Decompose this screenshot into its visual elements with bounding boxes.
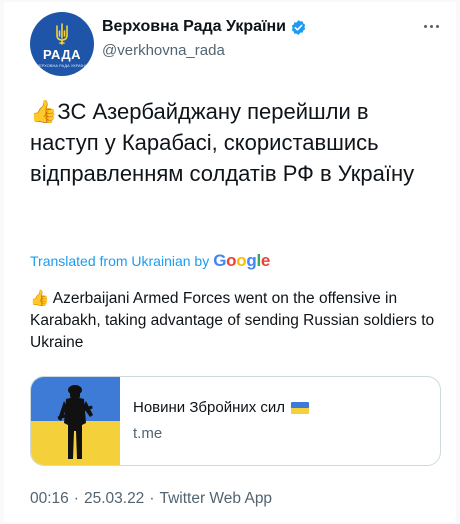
thumbs-up-emoji: 👍: [30, 290, 50, 307]
tweet-time[interactable]: 00:16: [30, 490, 69, 508]
author-name-row: Верховна Рада України: [102, 18, 307, 36]
avatar-caption: ВЕРХОВНА РАДА УКРАЇНИ: [36, 62, 88, 68]
tweet-card: РАДА ВЕРХОВНА РАДА УКРАЇНИ Верховна Рада…: [4, 2, 456, 522]
translated-label: Translated from Ukrainian by: [30, 253, 210, 269]
author-handle[interactable]: @verkhovna_rada: [102, 42, 225, 59]
google-logo-letter: g: [246, 251, 257, 270]
link-title: Новини Збройних сил: [133, 399, 310, 416]
translated-body: Azerbaijani Armed Forces went on the off…: [30, 290, 435, 351]
trident-icon: [56, 22, 68, 45]
tweet-source-app[interactable]: Twitter Web App: [159, 490, 272, 508]
soldier-flag-icon: [31, 377, 120, 465]
tweet-text: 👍ЗС Азербайджану перейшли в наступ у Кар…: [30, 96, 430, 189]
google-logo-letter: o: [236, 251, 247, 270]
author-display-name[interactable]: Верховна Рада України: [102, 18, 286, 36]
translation-attribution[interactable]: Translated from Ukrainian by Google: [30, 251, 270, 271]
avatar[interactable]: РАДА ВЕРХОВНА РАДА УКРАЇНИ: [30, 12, 94, 76]
link-preview-card[interactable]: Новини Збройних сил t.me: [30, 376, 441, 466]
more-dot: [429, 24, 433, 28]
meta-separator: ·: [73, 490, 79, 507]
thumbs-up-emoji: 👍: [30, 99, 58, 124]
soldier-silhouette: [57, 385, 93, 459]
more-options-icon[interactable]: [420, 16, 442, 36]
more-dot: [423, 24, 427, 28]
more-dot: [435, 24, 439, 28]
google-logo-letter: o: [226, 251, 237, 270]
tweet-meta: 00:16 · 25.03.22 · Twitter Web App: [30, 490, 272, 508]
tweet-date[interactable]: 25.03.22: [84, 490, 144, 508]
google-logo: Google: [213, 251, 270, 271]
tweet-body: ЗС Азербайджану перейшли в наступ у Кара…: [30, 99, 415, 186]
google-logo-letter: G: [213, 251, 227, 270]
ukraine-flag-icon: [291, 401, 310, 414]
link-domain: t.me: [133, 425, 163, 442]
link-title-text: Новини Збройних сил: [133, 399, 286, 416]
translated-text: 👍 Azerbaijani Armed Forces went on the o…: [30, 288, 440, 354]
avatar-abbreviation: РАДА: [42, 46, 82, 62]
meta-separator: ·: [149, 490, 155, 507]
google-logo-letter: e: [260, 251, 271, 270]
verified-badge-icon: [291, 19, 306, 35]
